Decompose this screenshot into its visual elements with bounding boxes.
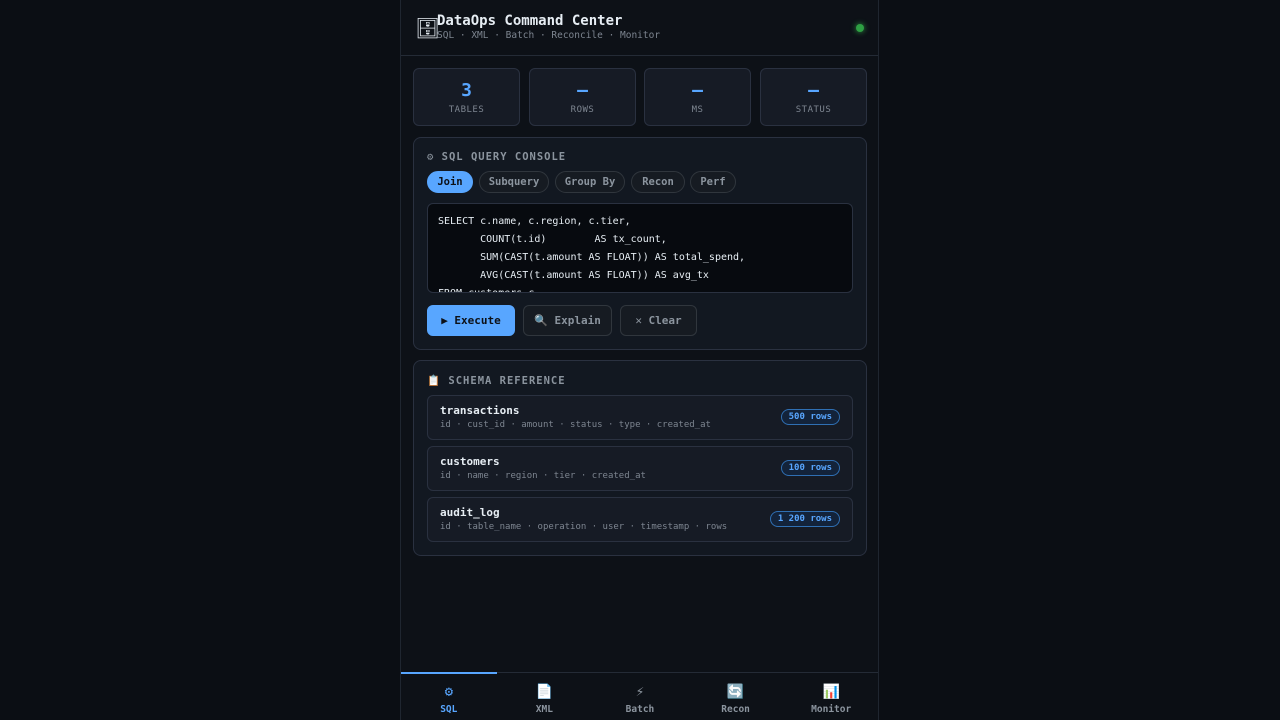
bar-chart-icon: 📊 xyxy=(822,684,840,700)
nav-item-sql[interactable]: ⚙ SQL xyxy=(401,672,497,720)
stat-ms: — MS xyxy=(644,68,751,126)
stat-value: 3 xyxy=(461,80,472,101)
lightning-icon: ⚡ xyxy=(635,684,645,700)
stat-label: ROWS xyxy=(570,105,595,115)
nav-item-label: Monitor xyxy=(811,704,852,715)
schema-reference-header: 📋 SCHEMA REFERENCE xyxy=(427,374,566,387)
nav-item-recon[interactable]: 🔄 Recon xyxy=(688,673,784,720)
nav-item-batch[interactable]: ⚡ Batch xyxy=(592,673,688,720)
schema-table-columns: id · table_name · operation · user · tim… xyxy=(440,522,728,532)
nav-item-xml[interactable]: 📄 XML xyxy=(497,673,593,720)
schema-reference-title: SCHEMA REFERENCE xyxy=(448,375,566,387)
sql-query-editor[interactable]: SELECT c.name, c.region, c.tier, COUNT(t… xyxy=(427,203,853,293)
stat-status: — STATUS xyxy=(760,68,867,126)
tab-join[interactable]: Join xyxy=(427,171,473,193)
schema-table-name: transactions xyxy=(440,404,520,417)
sql-console-card: ⚙ SQL QUERY CONSOLE Join Subquery Group … xyxy=(413,137,867,350)
gear-icon: ⚙ xyxy=(427,151,435,163)
sql-console-title: SQL QUERY CONSOLE xyxy=(441,151,567,163)
tab-perf[interactable]: Perf xyxy=(690,171,736,193)
stats-row: 3 TABLES — ROWS — MS — STATUS xyxy=(413,68,868,127)
app-title: DataOps Command Center xyxy=(437,13,623,29)
schema-table-transactions[interactable]: transactions id · cust_id · amount · sta… xyxy=(427,395,853,440)
stat-label: STATUS xyxy=(795,105,832,115)
connection-status-indicator xyxy=(856,24,864,32)
schema-table-customers[interactable]: customers id · name · region · tier · cr… xyxy=(427,446,853,491)
nav-item-label: Recon xyxy=(721,704,750,715)
stat-value: — xyxy=(577,80,588,101)
document-icon: 📄 xyxy=(535,684,554,700)
nav-item-label: Batch xyxy=(625,704,655,715)
stat-value: — xyxy=(808,80,819,101)
schema-table-name: customers xyxy=(440,455,500,468)
tab-subquery[interactable]: Subquery xyxy=(479,171,549,193)
row-count-badge: 500 rows xyxy=(780,409,840,425)
app-shell: 🗄 DataOps Command Center SQL · XML · Bat… xyxy=(400,0,879,720)
gear-icon: ⚙ xyxy=(444,684,454,700)
schema-table-name: audit_log xyxy=(440,506,500,519)
app-header: 🗄 DataOps Command Center SQL · XML · Bat… xyxy=(401,0,878,56)
stat-value: — xyxy=(692,80,703,101)
execute-button[interactable]: ▶ Execute xyxy=(427,305,515,336)
sql-console-header: ⚙ SQL QUERY CONSOLE xyxy=(427,151,566,163)
row-count-badge: 100 rows xyxy=(780,460,840,476)
schema-reference-card: 📋 SCHEMA REFERENCE transactions id · cus… xyxy=(413,360,867,556)
bottom-nav: ⚙ SQL 📄 XML ⚡ Batch 🔄 Recon 📊 Monitor xyxy=(401,672,878,720)
stat-label: MS xyxy=(691,105,704,115)
stat-label: TABLES xyxy=(448,105,485,115)
clear-button[interactable]: ✕ Clear xyxy=(620,305,697,336)
nav-item-label: SQL xyxy=(440,704,458,715)
schema-table-columns: id · name · region · tier · created_at xyxy=(440,471,646,481)
tab-group-by[interactable]: Group By xyxy=(555,171,625,193)
app-subtitle: SQL · XML · Batch · Reconcile · Monitor xyxy=(437,30,661,41)
schema-table-columns: id · cust_id · amount · status · type · … xyxy=(440,420,711,430)
explain-button[interactable]: 🔍 Explain xyxy=(523,305,612,336)
stat-rows: — ROWS xyxy=(529,68,636,126)
row-count-badge: 1 200 rows xyxy=(769,511,840,527)
refresh-icon: 🔄 xyxy=(726,684,745,700)
nav-item-monitor[interactable]: 📊 Monitor xyxy=(783,673,879,720)
stat-tables: 3 TABLES xyxy=(413,68,520,126)
sql-query-text[interactable]: SELECT c.name, c.region, c.tier, COUNT(t… xyxy=(428,204,852,292)
schema-table-audit-log[interactable]: audit_log id · table_name · operation · … xyxy=(427,497,853,542)
clipboard-icon: 📋 xyxy=(427,375,442,387)
tab-recon[interactable]: Recon xyxy=(631,171,685,193)
nav-item-label: XML xyxy=(535,704,553,715)
